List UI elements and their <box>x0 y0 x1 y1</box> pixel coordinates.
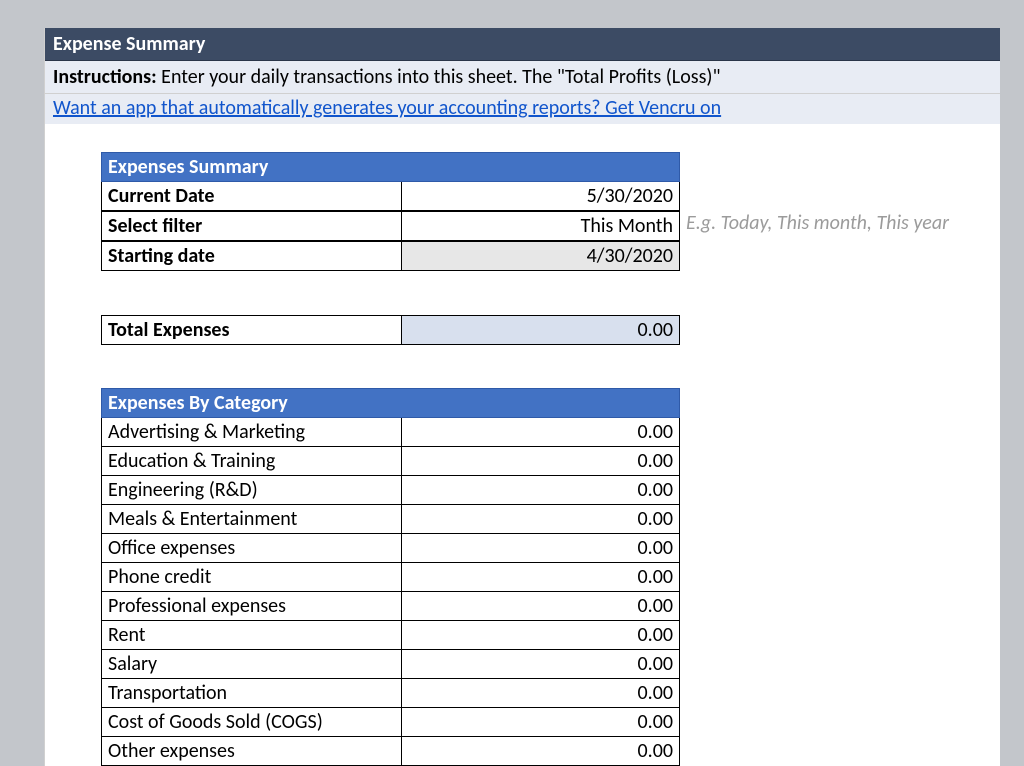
table-row: Engineering (R&D) 0.00 <box>102 476 680 505</box>
table-row: Education & Training 0.00 <box>102 447 680 476</box>
category-value: 0.00 <box>402 476 680 505</box>
expenses-summary-table: Expenses Summary Current Date 5/30/2020 <box>101 152 680 211</box>
starting-date-table: Starting date 4/30/2020 <box>101 241 680 315</box>
table-row: Select filter This Month <box>102 212 680 241</box>
category-label: Education & Training <box>102 447 402 476</box>
total-expenses-label: Total Expenses <box>102 315 402 344</box>
page-title: Expense Summary <box>53 32 205 56</box>
category-label: Other expenses <box>102 737 402 766</box>
instructions-text: Enter your daily transactions into this … <box>157 65 721 89</box>
table-row: Phone credit 0.00 <box>102 563 680 592</box>
category-label: Transportation <box>102 679 402 708</box>
starting-date-label: Starting date <box>102 242 402 271</box>
category-value: 0.00 <box>402 505 680 534</box>
current-date-label: Current Date <box>102 182 402 211</box>
total-expenses-table: Total Expenses 0.00 <box>101 315 680 389</box>
promo-link-row: Want an app that automatically generates… <box>45 94 1000 124</box>
category-label: Advertising & Marketing <box>102 418 402 447</box>
spreadsheet-sheet: Expense Summary Instructions: Enter your… <box>44 28 1000 766</box>
total-expenses-value: 0.00 <box>402 315 680 344</box>
expenses-by-category-table: Expenses By Category Advertising & Marke… <box>101 388 680 766</box>
table-row: Current Date 5/30/2020 <box>102 182 680 211</box>
instructions-label: Instructions: <box>53 65 157 89</box>
category-label: Cost of Goods Sold (COGS) <box>102 708 402 737</box>
table-row: Rent 0.00 <box>102 621 680 650</box>
category-label: Office expenses <box>102 534 402 563</box>
select-filter-value[interactable]: This Month <box>402 212 680 241</box>
category-label: Engineering (R&D) <box>102 476 402 505</box>
table-row: Transportation 0.00 <box>102 679 680 708</box>
table-row: Office expenses 0.00 <box>102 534 680 563</box>
instructions-row: Instructions: Enter your daily transacti… <box>45 61 1000 94</box>
table-row: Meals & Entertainment 0.00 <box>102 505 680 534</box>
select-filter-label: Select filter <box>102 212 402 241</box>
category-value: 0.00 <box>402 447 680 476</box>
category-label: Professional expenses <box>102 592 402 621</box>
category-value: 0.00 <box>402 621 680 650</box>
vencru-link[interactable]: Want an app that automatically generates… <box>53 96 721 120</box>
category-value: 0.00 <box>402 534 680 563</box>
category-value: 0.00 <box>402 679 680 708</box>
category-section-header: Expenses By Category <box>102 389 680 418</box>
content-area: Expenses Summary Current Date 5/30/2020 … <box>45 124 1000 766</box>
filter-hint: E.g. Today, This month, This year <box>680 211 949 241</box>
category-label: Phone credit <box>102 563 402 592</box>
table-row: Total Expenses 0.00 <box>102 315 680 344</box>
category-label: Meals & Entertainment <box>102 505 402 534</box>
table-row: Advertising & Marketing 0.00 <box>102 418 680 447</box>
category-label: Rent <box>102 621 402 650</box>
category-value: 0.00 <box>402 563 680 592</box>
table-row: Starting date 4/30/2020 <box>102 242 680 271</box>
category-label: Salary <box>102 650 402 679</box>
table-row: Cost of Goods Sold (COGS) 0.00 <box>102 708 680 737</box>
starting-date-value[interactable]: 4/30/2020 <box>402 242 680 271</box>
filter-row-table: Select filter This Month <box>101 211 680 241</box>
page-title-bar: Expense Summary <box>45 28 1000 61</box>
summary-section-header: Expenses Summary <box>102 153 680 182</box>
table-row: Salary 0.00 <box>102 650 680 679</box>
table-row: Other expenses 0.00 <box>102 737 680 766</box>
category-value: 0.00 <box>402 418 680 447</box>
category-value: 0.00 <box>402 708 680 737</box>
category-value: 0.00 <box>402 737 680 766</box>
category-value: 0.00 <box>402 592 680 621</box>
current-date-value[interactable]: 5/30/2020 <box>402 182 680 211</box>
table-row: Professional expenses 0.00 <box>102 592 680 621</box>
category-value: 0.00 <box>402 650 680 679</box>
